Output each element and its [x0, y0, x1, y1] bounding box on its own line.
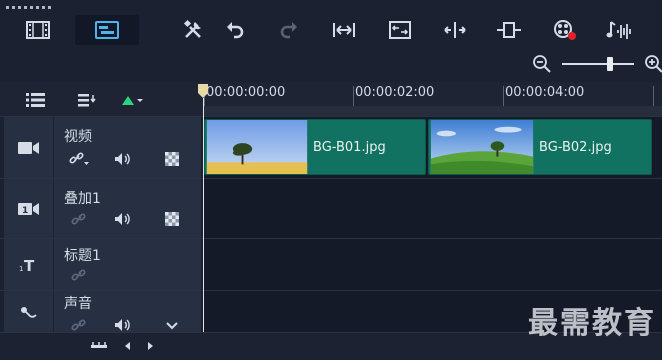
speaker-icon	[115, 319, 130, 331]
track-header: 视频	[4, 117, 202, 178]
smart-proxy-icon	[389, 21, 411, 39]
tools-button[interactable]	[178, 15, 208, 45]
track-name: 声音	[64, 296, 92, 312]
green-triangle-icon	[122, 96, 143, 105]
track-name: 标题1	[64, 248, 101, 264]
video-clip[interactable]: BG-B02.jpg	[428, 119, 652, 175]
panel-grip[interactable]	[6, 6, 54, 9]
speaker-icon	[115, 213, 130, 225]
clip-thumbnail-tree-desert	[206, 120, 308, 174]
link-button[interactable]	[68, 317, 90, 333]
track-icon-cell[interactable]	[4, 291, 54, 332]
playhead-line	[203, 98, 204, 332]
timeline-view-button[interactable]	[75, 15, 139, 45]
mute-button[interactable]	[114, 211, 132, 227]
ripple-toggle[interactable]	[164, 211, 180, 227]
fit-project-button[interactable]	[330, 15, 358, 45]
track-body[interactable]	[204, 179, 662, 238]
link-button[interactable]	[68, 151, 90, 167]
ruler-bottom-strip	[204, 106, 662, 116]
timeline-view-icon	[95, 21, 119, 39]
timecode-label: 00:00:02:00	[355, 85, 435, 100]
ruler-tick	[353, 86, 354, 106]
chevron-down-icon	[166, 322, 178, 330]
redo-icon	[280, 22, 297, 39]
main-toolbar	[0, 12, 662, 48]
fit-timeline-icon[interactable]	[90, 340, 108, 352]
link-icon	[69, 152, 89, 165]
redo-button[interactable]	[276, 15, 302, 45]
voice-track-icon	[20, 306, 37, 318]
chapter-cue-icon[interactable]	[78, 92, 98, 108]
timecode-label: 00:00:04:00	[505, 85, 585, 100]
svg-text:T: T	[24, 257, 35, 273]
zoom-control	[530, 52, 662, 76]
track-body[interactable]: BG-B01.jpg BG-B02.jpg	[204, 117, 662, 178]
watermark: 最需教育	[528, 306, 656, 341]
track-manager-icon[interactable]	[26, 92, 48, 108]
clip-label: BG-B01.jpg	[313, 140, 386, 155]
svg-text:1: 1	[19, 265, 23, 273]
clip-label: BG-B02.jpg	[539, 140, 612, 155]
timecode-label: 00:00:00:00	[206, 85, 286, 100]
zoom-slider-track[interactable]	[562, 63, 634, 65]
ruler-tick	[653, 86, 654, 106]
fit-project-icon	[333, 23, 355, 37]
link-icon	[71, 269, 86, 281]
speaker-icon	[115, 153, 130, 165]
record-capture-icon	[554, 20, 576, 40]
checker-icon	[165, 152, 179, 166]
track-header: 1 叠加1	[4, 179, 202, 238]
video-track-icon	[17, 141, 39, 154]
link-icon	[71, 319, 86, 331]
video-clip[interactable]: BG-B01.jpg	[204, 119, 426, 175]
storyboard-view-icon	[26, 21, 50, 39]
track-header: 声音	[4, 291, 202, 332]
undo-button[interactable]	[222, 15, 248, 45]
mute-button[interactable]	[114, 317, 132, 333]
timeline-ruler[interactable]: 00:00:00:00 00:00:02:00 00:00:04:00	[204, 82, 662, 106]
title-track-icon: 1 T	[19, 257, 35, 273]
checker-icon	[165, 212, 179, 226]
link-button[interactable]	[68, 211, 90, 227]
track-header: 1 T 标题1	[4, 239, 202, 290]
sound-mixer-button[interactable]	[604, 15, 634, 45]
resize-icon	[497, 22, 521, 38]
undo-icon	[227, 22, 244, 39]
track-icon-cell[interactable]: 1 T	[4, 239, 54, 290]
overlay-track: 1 叠加1	[0, 178, 662, 238]
smart-proxy-button[interactable]	[386, 15, 414, 45]
clip-thumbnail-tree-hill	[430, 120, 534, 174]
track-name: 叠加1	[64, 191, 101, 207]
scroll-right-icon[interactable]	[146, 341, 154, 351]
track-icon-cell[interactable]	[4, 117, 54, 178]
video-track: 视频 BG-B01.jpg BG-B02.jpg	[0, 116, 662, 178]
trim-button[interactable]	[440, 15, 470, 45]
title-track: 1 T 标题1	[0, 238, 662, 290]
scroll-left-icon[interactable]	[124, 341, 132, 351]
svg-text:1: 1	[22, 206, 28, 216]
expand-track-button[interactable]	[164, 319, 180, 333]
add-marker-dropdown[interactable]	[120, 92, 144, 108]
zoom-in-icon[interactable]	[644, 54, 662, 74]
zoom-slider-thumb[interactable]	[606, 57, 613, 71]
playhead-handle[interactable]	[198, 84, 208, 98]
track-icon-cell[interactable]: 1	[4, 179, 54, 238]
record-capture-button[interactable]	[550, 15, 580, 45]
zoom-out-icon[interactable]	[532, 54, 552, 74]
ruler-tick	[503, 86, 504, 106]
resize-button[interactable]	[494, 15, 524, 45]
track-body[interactable]	[204, 239, 662, 290]
mute-button[interactable]	[114, 151, 132, 167]
storyboard-view-button[interactable]	[14, 15, 62, 45]
link-button[interactable]	[68, 267, 90, 283]
overlay-track-icon: 1	[17, 202, 39, 216]
trim-icon	[444, 22, 466, 38]
link-icon	[71, 213, 86, 225]
tools-icon	[183, 19, 201, 38]
ripple-toggle[interactable]	[164, 151, 180, 167]
track-name: 视频	[64, 129, 92, 145]
sound-mixer-icon	[606, 21, 631, 39]
